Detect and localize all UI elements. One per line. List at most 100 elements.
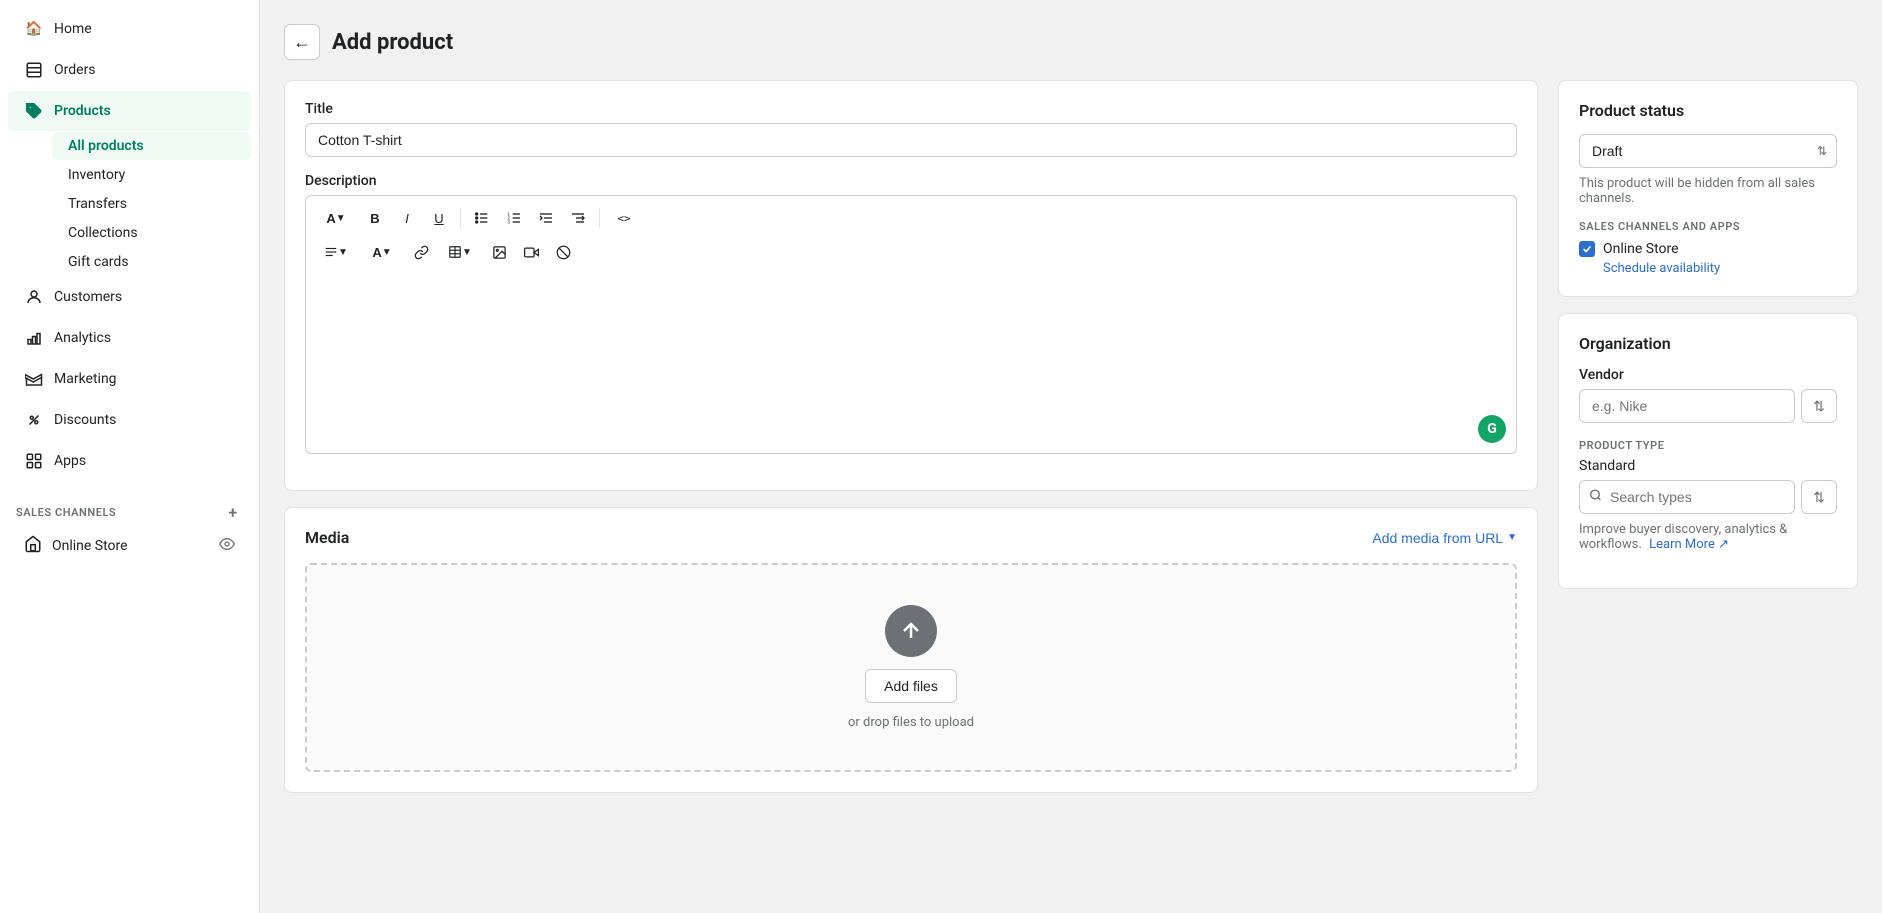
sidebar-subnav-gift-cards[interactable]: Gift cards — [52, 248, 251, 276]
sidebar-item-home[interactable]: 🏠 Home — [8, 9, 251, 49]
apps-icon — [24, 451, 44, 471]
description-group: Description A ▼ B I U — [305, 173, 1517, 454]
home-icon: 🏠 — [24, 19, 44, 39]
sidebar-subnav-collections[interactable]: Collections — [52, 219, 251, 247]
vendor-label: Vendor — [1579, 367, 1837, 383]
sidebar-item-customers[interactable]: Customers — [8, 277, 251, 317]
toolbar-divider-1 — [460, 208, 461, 228]
chevron-down-icon: ▼ — [1507, 532, 1517, 543]
back-button[interactable]: ← — [284, 24, 320, 60]
product-type-group: PRODUCT TYPE Standard ⇅ Improve buyer di… — [1579, 439, 1837, 552]
clear-format-button[interactable] — [548, 238, 578, 266]
products-icon — [24, 101, 44, 121]
sidebar-customers-label: Customers — [54, 289, 122, 305]
title-input[interactable] — [305, 123, 1517, 157]
sidebar-subnav-all-products[interactable]: All products — [52, 132, 251, 160]
svg-text:3: 3 — [507, 219, 510, 224]
add-files-button[interactable]: Add files — [865, 669, 957, 703]
outdent-button[interactable] — [531, 204, 561, 232]
main-content: ← Add product Title Description A ▼ B — [260, 0, 1882, 913]
vendor-stepper-button[interactable]: ⇅ — [1801, 389, 1837, 423]
toolbar-row-2: ▼ A ▼ ▼ — [314, 236, 1508, 268]
sidebar-item-discounts[interactable]: Discounts — [8, 400, 251, 440]
channel-row: Online Store — [1579, 241, 1837, 257]
schedule-availability-link[interactable]: Schedule availability — [1579, 261, 1837, 276]
code-button[interactable]: <> — [606, 204, 642, 232]
sidebar: 🏠 Home Orders Products All products Inve… — [0, 0, 260, 913]
add-channel-icon[interactable]: + — [223, 502, 243, 522]
ordered-list-button[interactable]: 123 — [499, 204, 529, 232]
eye-icon[interactable] — [219, 536, 235, 556]
orders-icon — [24, 60, 44, 80]
align-button[interactable]: ▼ — [314, 238, 358, 266]
search-icon — [1589, 489, 1602, 506]
toolbar-row-1: A ▼ B I U 123 — [314, 202, 1508, 234]
organization-card: Organization Vendor ⇅ PRODUCT TYPE Stand… — [1558, 313, 1858, 589]
organization-title: Organization — [1579, 334, 1837, 353]
sidebar-subnav-inventory[interactable]: Inventory — [52, 161, 251, 189]
content-sidebar: Product status Draft Active ⇅ This produ… — [1558, 80, 1858, 589]
sidebar-apps-label: Apps — [54, 453, 86, 469]
font-button[interactable]: A ▼ — [314, 204, 358, 232]
sidebar-item-orders[interactable]: Orders — [8, 50, 251, 90]
content-main: Title Description A ▼ B I U — [284, 80, 1538, 793]
sidebar-orders-label: Orders — [54, 62, 96, 78]
video-button[interactable] — [516, 238, 546, 266]
sales-channels-section: SALES CHANNELS + — [0, 490, 259, 526]
vendor-input[interactable] — [1579, 389, 1795, 423]
product-status-title: Product status — [1579, 101, 1837, 120]
search-types-row: ⇅ — [1579, 480, 1837, 514]
upload-icon — [885, 605, 937, 657]
sales-channels-label: SALES CHANNELS AND APPS — [1579, 220, 1837, 233]
underline-button[interactable]: U — [424, 204, 454, 232]
unordered-list-button[interactable] — [467, 204, 497, 232]
sidebar-home-label: Home — [54, 21, 92, 37]
media-card: Media Add media from URL ▼ Add files or … — [284, 507, 1538, 793]
sidebar-products-label: Products — [54, 103, 111, 119]
search-types-wrap — [1579, 480, 1795, 514]
toolbar-divider-2 — [599, 208, 600, 228]
font-color-button[interactable]: A ▼ — [360, 238, 404, 266]
page-title: Add product — [332, 30, 453, 55]
sidebar-channel-online-store[interactable]: Online Store — [8, 527, 251, 565]
bold-button[interactable]: B — [360, 204, 390, 232]
product-type-value: Standard — [1579, 458, 1837, 474]
search-types-input[interactable] — [1579, 480, 1795, 514]
italic-button[interactable]: I — [392, 204, 422, 232]
editor-toolbar: A ▼ B I U 123 — [305, 195, 1517, 274]
improve-text: Improve buyer discovery, analytics & wor… — [1579, 522, 1837, 552]
sidebar-item-apps[interactable]: Apps — [8, 441, 251, 481]
sidebar-discounts-label: Discounts — [54, 412, 116, 428]
grammarly-button[interactable]: G — [1478, 415, 1506, 443]
vendor-group: Vendor ⇅ — [1579, 367, 1837, 423]
editor-body[interactable]: G — [305, 274, 1517, 454]
status-note: This product will be hidden from all sal… — [1579, 176, 1837, 206]
sidebar-item-marketing[interactable]: Marketing — [8, 359, 251, 399]
product-status-card: Product status Draft Active ⇅ This produ… — [1558, 80, 1858, 297]
title-group: Title — [305, 101, 1517, 157]
sidebar-analytics-label: Analytics — [54, 330, 111, 346]
sidebar-item-analytics[interactable]: Analytics — [8, 318, 251, 358]
table-button[interactable]: ▼ — [438, 238, 482, 266]
sidebar-subnav-transfers[interactable]: Transfers — [52, 190, 251, 218]
analytics-icon — [24, 328, 44, 348]
media-drop-zone[interactable]: Add files or drop files to upload — [305, 563, 1517, 772]
add-media-url-button[interactable]: Add media from URL ▼ — [1372, 530, 1517, 546]
status-select[interactable]: Draft Active — [1579, 134, 1837, 168]
product-type-label: PRODUCT TYPE — [1579, 439, 1837, 452]
link-button[interactable] — [406, 238, 436, 266]
online-store-checkbox[interactable] — [1579, 241, 1595, 257]
discounts-icon — [24, 410, 44, 430]
learn-more-link[interactable]: Learn More ↗ — [1649, 537, 1729, 552]
online-store-label: Online Store — [52, 538, 128, 554]
indent-button[interactable] — [563, 204, 593, 232]
image-button[interactable] — [484, 238, 514, 266]
product-type-stepper-button[interactable]: ⇅ — [1801, 480, 1837, 514]
media-card-header: Media Add media from URL ▼ — [305, 528, 1517, 547]
page-header: ← Add product — [284, 24, 1858, 60]
online-store-icon — [24, 535, 42, 557]
description-label: Description — [305, 173, 1517, 189]
content-layout: Title Description A ▼ B I U — [284, 80, 1858, 793]
title-label: Title — [305, 101, 1517, 117]
sidebar-item-products[interactable]: Products — [8, 91, 251, 131]
